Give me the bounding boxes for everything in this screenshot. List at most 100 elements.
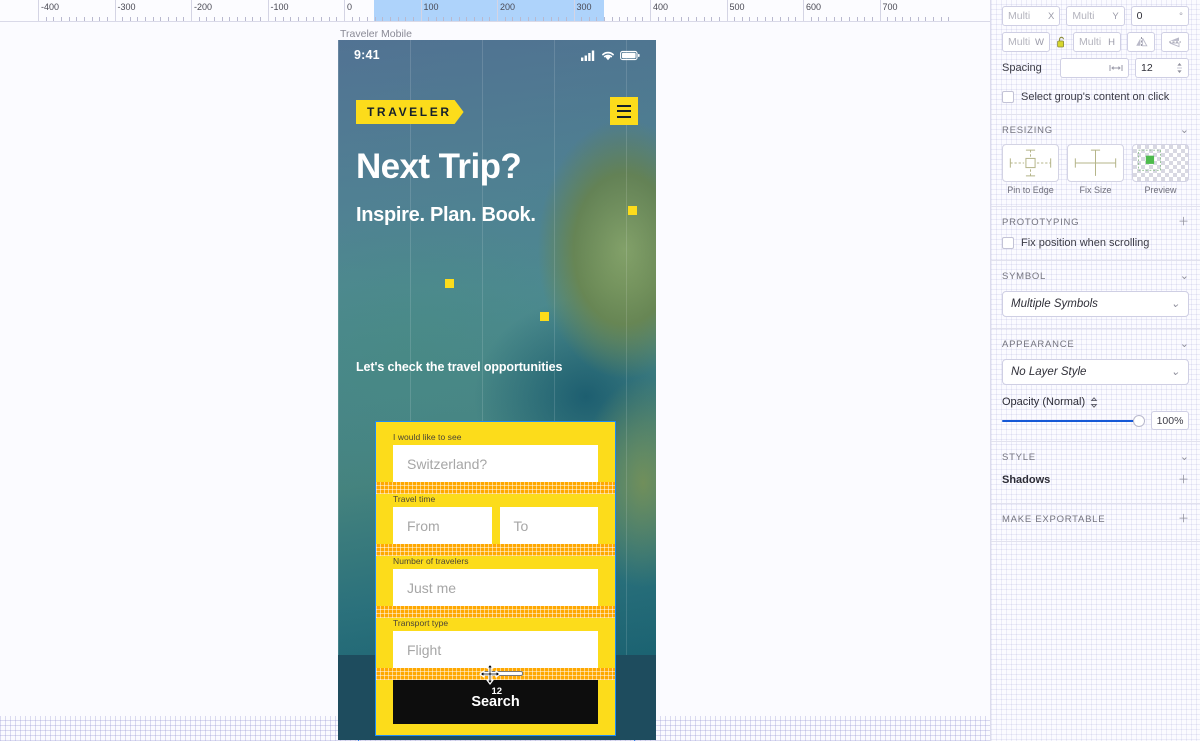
ruler-minor-tick xyxy=(313,17,315,21)
plus-icon[interactable]: ＋ xyxy=(1178,474,1189,486)
spacing-indicator-2 xyxy=(376,544,615,556)
ruler-minor-tick xyxy=(665,17,667,21)
ruler-minor-tick xyxy=(695,17,697,21)
resize-option-fix-size[interactable]: Fix Size xyxy=(1067,144,1124,195)
ruler-minor-tick xyxy=(145,17,147,21)
layer-style-select[interactable]: No Layer Style ⌄ xyxy=(1002,359,1189,385)
horizontal-ruler[interactable]: -400 -300 -200 -100 0 100 200 300 400 500 600 700 xyxy=(0,0,990,22)
make-exportable-title: MAKE EXPORTABLE xyxy=(1002,513,1106,525)
prototyping-section-header[interactable]: PROTOTYPING ＋ xyxy=(991,211,1200,233)
destination-input[interactable]: Switzerland? xyxy=(393,445,598,482)
width-field[interactable]: Multi W xyxy=(1002,32,1050,52)
opacity-value-field[interactable]: 100% xyxy=(1151,411,1189,430)
ruler-minor-tick xyxy=(359,17,361,21)
ruler-minor-tick xyxy=(711,17,713,21)
travel-to-placeholder: To xyxy=(513,517,529,534)
opacity-label-row: Opacity (Normal) xyxy=(991,396,1200,408)
ruler-minor-tick xyxy=(535,17,537,21)
ruler-minor-tick xyxy=(236,17,238,21)
pin-to-edge-icon xyxy=(1002,144,1059,182)
chevron-down-icon[interactable]: ⌄ xyxy=(1180,270,1189,282)
ruler-minor-tick xyxy=(451,17,453,21)
form-group-travel-time: Travel time From To xyxy=(393,494,598,544)
ruler-minor-tick xyxy=(627,17,629,21)
ruler-minor-tick xyxy=(405,17,407,21)
design-canvas[interactable]: Traveler Mobile 9:41 TRAVELER Next Trip?… xyxy=(0,22,990,741)
search-form-card[interactable]: I would like to see Switzerland? Travel … xyxy=(375,421,616,736)
travelers-input[interactable]: Just me xyxy=(393,569,598,606)
travelers-label: Number of travelers xyxy=(393,556,469,566)
height-field[interactable]: Multi H xyxy=(1073,32,1121,52)
resize-option-pin-to-edge[interactable]: Pin to Edge xyxy=(1002,144,1059,195)
spacing-distribute-field[interactable] xyxy=(1060,58,1129,78)
chevron-down-icon[interactable]: ⌄ xyxy=(1171,298,1180,310)
symbol-select[interactable]: Multiple Symbols ⌄ xyxy=(1002,291,1189,317)
hamburger-menu-icon[interactable] xyxy=(610,97,638,125)
fix-position-row[interactable]: Fix position when scrolling xyxy=(991,237,1200,249)
stepper-icon[interactable] xyxy=(1176,62,1183,74)
plus-icon[interactable]: ＋ xyxy=(1178,216,1189,228)
flip-horizontal-icon[interactable] xyxy=(1127,32,1155,52)
select-group-content-row[interactable]: Select group's content on click xyxy=(991,91,1200,103)
artboard-label[interactable]: Traveler Mobile xyxy=(340,28,412,40)
symbol-section-header[interactable]: SYMBOL ⌄ xyxy=(991,265,1200,287)
search-button[interactable]: Search 12 xyxy=(393,680,598,724)
travel-from-input[interactable]: From xyxy=(393,507,492,544)
ruler-label: 200 xyxy=(500,2,516,12)
spacing-value-field[interactable]: 12 xyxy=(1135,58,1189,78)
chevron-down-icon[interactable]: ⌄ xyxy=(1180,451,1189,463)
ruler-minor-tick xyxy=(527,17,529,21)
shadows-row[interactable]: Shadows ＋ xyxy=(991,468,1200,492)
appearance-title: APPEARANCE xyxy=(1002,338,1075,350)
plus-icon[interactable]: ＋ xyxy=(1178,513,1189,525)
y-label: Y xyxy=(1112,10,1119,22)
divider-7 xyxy=(991,541,1200,542)
updown-chevrons-icon[interactable] xyxy=(1090,396,1098,408)
make-exportable-section-header[interactable]: MAKE EXPORTABLE ＋ xyxy=(991,508,1200,530)
select-group-content-checkbox[interactable] xyxy=(1002,91,1014,103)
appearance-section-header[interactable]: APPEARANCE ⌄ xyxy=(991,333,1200,355)
phone-artboard[interactable]: 9:41 TRAVELER Next Trip? Inspire. Plan. … xyxy=(338,40,656,740)
lock-open-icon[interactable] xyxy=(1056,36,1067,48)
style-section-header[interactable]: STYLE ⌄ xyxy=(991,446,1200,468)
ruler-minor-tick xyxy=(910,17,912,21)
destination-label: I would like to see xyxy=(393,432,462,442)
flip-vertical-icon[interactable] xyxy=(1161,32,1189,52)
ruler-minor-tick xyxy=(734,17,736,21)
y-field[interactable]: Multi Y xyxy=(1066,6,1125,26)
resize-option-preview[interactable]: Preview xyxy=(1132,144,1189,195)
ruler-minor-tick xyxy=(848,17,850,21)
traveler-logo[interactable]: TRAVELER xyxy=(356,100,464,124)
style-title: STYLE xyxy=(1002,451,1036,463)
rotation-field[interactable]: 0 ° xyxy=(1130,6,1189,26)
spacing-value-badge: 12 xyxy=(491,686,503,697)
width-value: Multi xyxy=(1008,36,1031,48)
ruler-label: -400 xyxy=(41,2,60,12)
chevron-down-icon[interactable]: ⌄ xyxy=(1180,124,1189,136)
x-field[interactable]: Multi X xyxy=(1002,6,1061,26)
resizing-section-header[interactable]: RESIZING ⌄ xyxy=(991,119,1200,141)
ruler-minor-tick xyxy=(76,17,78,21)
width-label: W xyxy=(1035,36,1044,48)
ruler-minor-tick xyxy=(833,17,835,21)
ruler-minor-tick xyxy=(328,17,330,21)
move-cursor-icon xyxy=(479,663,501,685)
resizing-title: RESIZING xyxy=(1002,124,1053,136)
fix-position-checkbox[interactable] xyxy=(1002,237,1014,249)
chevron-down-icon[interactable]: ⌄ xyxy=(1180,338,1189,350)
accent-square-2 xyxy=(445,279,454,288)
travel-to-input[interactable]: To xyxy=(499,507,598,544)
ruler-minor-tick xyxy=(757,17,759,21)
inspector-panel[interactable]: Multi X Multi Y 0 ° Multi W Multi H Spac… xyxy=(990,0,1200,741)
ruler-minor-tick xyxy=(512,17,514,21)
ruler-minor-tick xyxy=(474,17,476,21)
ruler-minor-tick xyxy=(152,17,154,21)
ruler-minor-tick xyxy=(795,17,797,21)
chevron-down-icon[interactable]: ⌄ xyxy=(1171,366,1180,378)
opacity-slider-knob[interactable] xyxy=(1133,414,1145,427)
ruler-label: -300 xyxy=(117,2,136,12)
ruler-minor-tick xyxy=(321,17,323,21)
ruler-minor-tick xyxy=(764,17,766,21)
ruler-minor-tick xyxy=(588,17,590,21)
opacity-slider[interactable] xyxy=(1002,414,1145,428)
